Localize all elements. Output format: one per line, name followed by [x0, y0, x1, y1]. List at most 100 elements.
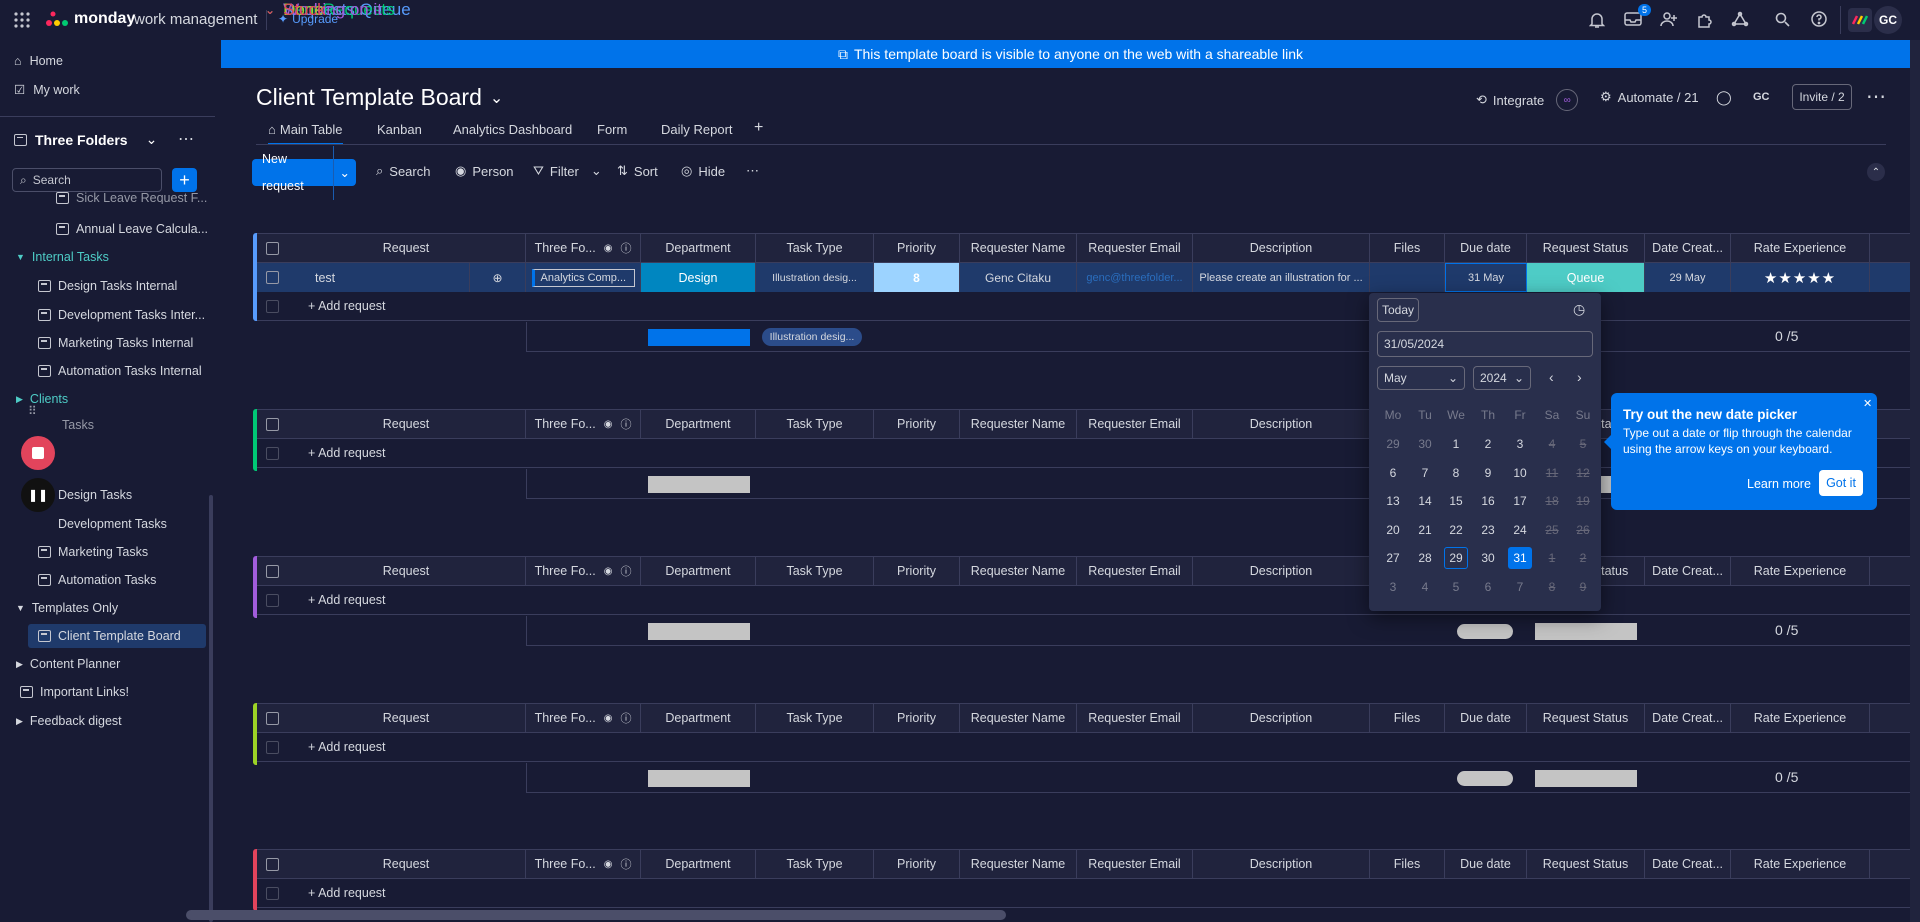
calendar-day[interactable]: 25: [1540, 519, 1564, 541]
clock-icon[interactable]: ◷: [1573, 301, 1585, 318]
column-header[interactable]: Priority: [874, 409, 960, 439]
filter-button[interactable]: ⛛ Filter ⌄: [533, 163, 602, 179]
cell-date-created[interactable]: 29 May: [1645, 263, 1731, 292]
collapse-header-button[interactable]: ⌃: [1867, 163, 1885, 181]
column-header[interactable]: Three Fo... ◉ ⓘ: [526, 409, 641, 439]
cell-rating[interactable]: ★★★★★: [1731, 263, 1870, 292]
column-header[interactable]: Request Status: [1527, 703, 1645, 733]
integrate-button[interactable]: ⟲ Integrate ∞: [1476, 89, 1579, 111]
column-header[interactable]: Priority: [874, 703, 960, 733]
column-header[interactable]: Request: [287, 849, 526, 879]
calendar-day[interactable]: 3: [1508, 433, 1532, 455]
add-request-row[interactable]: [257, 586, 1917, 615]
cell-requester-name[interactable]: Genc Citaku: [960, 263, 1077, 292]
cell-department[interactable]: Design: [641, 263, 756, 292]
add-request-button[interactable]: + Add request: [308, 740, 386, 754]
column-header[interactable]: Description: [1193, 409, 1370, 439]
tab-daily-report[interactable]: Daily Report: [661, 122, 733, 137]
automate-button[interactable]: ⚙ Automate / 21: [1600, 89, 1699, 105]
calendar-day[interactable]: 8: [1540, 576, 1564, 598]
column-header[interactable]: Files: [1370, 233, 1445, 263]
column-header[interactable]: Priority: [874, 849, 960, 879]
calendar-day[interactable]: 19: [1571, 490, 1595, 512]
sidebar-item-marketing-tasks[interactable]: Marketing Tasks: [38, 545, 148, 559]
select-all-checkbox[interactable]: [266, 712, 279, 725]
puzzle-icon[interactable]: [1696, 11, 1713, 28]
calendar-day[interactable]: 9: [1476, 462, 1500, 484]
calendar-day[interactable]: 1: [1444, 433, 1468, 455]
column-header[interactable]: Request: [287, 703, 526, 733]
column-header[interactable]: Three Fo... ◉ ⓘ: [526, 233, 641, 263]
calendar-day[interactable]: 26: [1571, 519, 1595, 541]
column-header[interactable]: Requester Name: [960, 849, 1077, 879]
calendar-day[interactable]: 29: [1444, 547, 1468, 569]
column-header[interactable]: Request: [287, 409, 526, 439]
column-header[interactable]: Priority: [874, 556, 960, 586]
column-header[interactable]: Requester Name: [960, 703, 1077, 733]
pause-record-button[interactable]: ❚❚: [21, 478, 55, 512]
column-header[interactable]: Description: [1193, 849, 1370, 879]
column-header[interactable]: Requester Email: [1077, 849, 1193, 879]
column-header[interactable]: Three Fo... ◉ ⓘ: [526, 703, 641, 733]
cell-status[interactable]: Queue: [1527, 263, 1645, 292]
add-item-button[interactable]: +: [172, 168, 197, 192]
sidebar-folder-content-planner[interactable]: ▶ Content Planner: [16, 657, 120, 671]
calendar-day[interactable]: 9: [1571, 576, 1595, 598]
calendar-day[interactable]: 22: [1444, 519, 1468, 541]
bell-icon[interactable]: [1589, 11, 1605, 29]
row-checkbox[interactable]: [266, 271, 279, 284]
sidebar-item-automation-tasks[interactable]: Automation Tasks: [38, 573, 156, 587]
calendar-day[interactable]: 13: [1381, 490, 1405, 512]
sidebar-item-design-tasks[interactable]: Design Tasks: [58, 488, 132, 502]
date-input[interactable]: 31/05/2024: [1377, 331, 1593, 357]
calendar-day[interactable]: 3: [1381, 576, 1405, 598]
search-button[interactable]: ⌕ Search: [376, 163, 430, 179]
year-select[interactable]: 2024 ⌄: [1473, 366, 1531, 390]
column-header[interactable]: Date Creat...: [1645, 233, 1731, 263]
sidebar-item-design-internal[interactable]: Design Tasks Internal: [38, 279, 177, 293]
sidebar-folder-internal-tasks[interactable]: ▼ Internal Tasks: [16, 250, 109, 264]
calendar-day[interactable]: 15: [1444, 490, 1468, 512]
select-all-checkbox[interactable]: [266, 418, 279, 431]
calendar-day[interactable]: 4: [1540, 433, 1564, 455]
calendar-day[interactable]: 21: [1413, 519, 1437, 541]
column-header[interactable]: Task Type: [756, 233, 874, 263]
today-button[interactable]: Today: [1377, 298, 1419, 322]
column-header[interactable]: Description: [1193, 233, 1370, 263]
cell-description[interactable]: Please create an illustration for ...: [1193, 263, 1370, 292]
workspace-selector[interactable]: Three Folders ⌄: [14, 131, 157, 148]
calendar-day[interactable]: 11: [1540, 462, 1564, 484]
drag-handle-icon[interactable]: ⠿: [28, 404, 37, 418]
calendar-day[interactable]: 7: [1413, 462, 1437, 484]
column-header[interactable]: Requester Name: [960, 556, 1077, 586]
column-header[interactable]: Requester Name: [960, 409, 1077, 439]
column-header[interactable]: Requester Email: [1077, 703, 1193, 733]
more-icon[interactable]: ⋯: [746, 163, 759, 179]
column-header[interactable]: Requester Email: [1077, 233, 1193, 263]
board-owner-avatar[interactable]: GC: [1753, 91, 1770, 103]
calendar-day[interactable]: 28: [1413, 547, 1437, 569]
invite-button[interactable]: Invite / 2: [1792, 84, 1852, 110]
more-icon[interactable]: ⋯: [178, 129, 194, 149]
chevron-down-icon[interactable]: ⌄: [334, 165, 356, 180]
column-header[interactable]: Task Type: [756, 849, 874, 879]
calendar-day[interactable]: 20: [1381, 519, 1405, 541]
add-request-button[interactable]: + Add request: [308, 299, 386, 313]
sidebar-folder-feedback-digest[interactable]: ▶ Feedback digest: [16, 714, 122, 728]
column-header[interactable]: Task Type: [756, 409, 874, 439]
avatar[interactable]: GC: [1874, 6, 1902, 34]
sidebar-item-sick-leave[interactable]: Sick Leave Request F...: [56, 192, 207, 204]
column-header[interactable]: Request: [287, 556, 526, 586]
column-header[interactable]: Rate Experience: [1731, 556, 1870, 586]
add-request-button[interactable]: + Add request: [308, 593, 386, 607]
column-header[interactable]: Files: [1370, 703, 1445, 733]
add-view-button[interactable]: +: [754, 119, 763, 137]
column-header[interactable]: Files: [1370, 849, 1445, 879]
column-header[interactable]: Department: [641, 849, 756, 879]
search-icon[interactable]: [1775, 12, 1790, 27]
column-header[interactable]: Requester Email: [1077, 409, 1193, 439]
sidebar-item-development-tasks[interactable]: Development Tasks: [58, 517, 167, 531]
add-request-row[interactable]: [257, 879, 1917, 908]
column-header[interactable]: Due date: [1445, 703, 1527, 733]
stop-record-button[interactable]: [21, 436, 55, 470]
